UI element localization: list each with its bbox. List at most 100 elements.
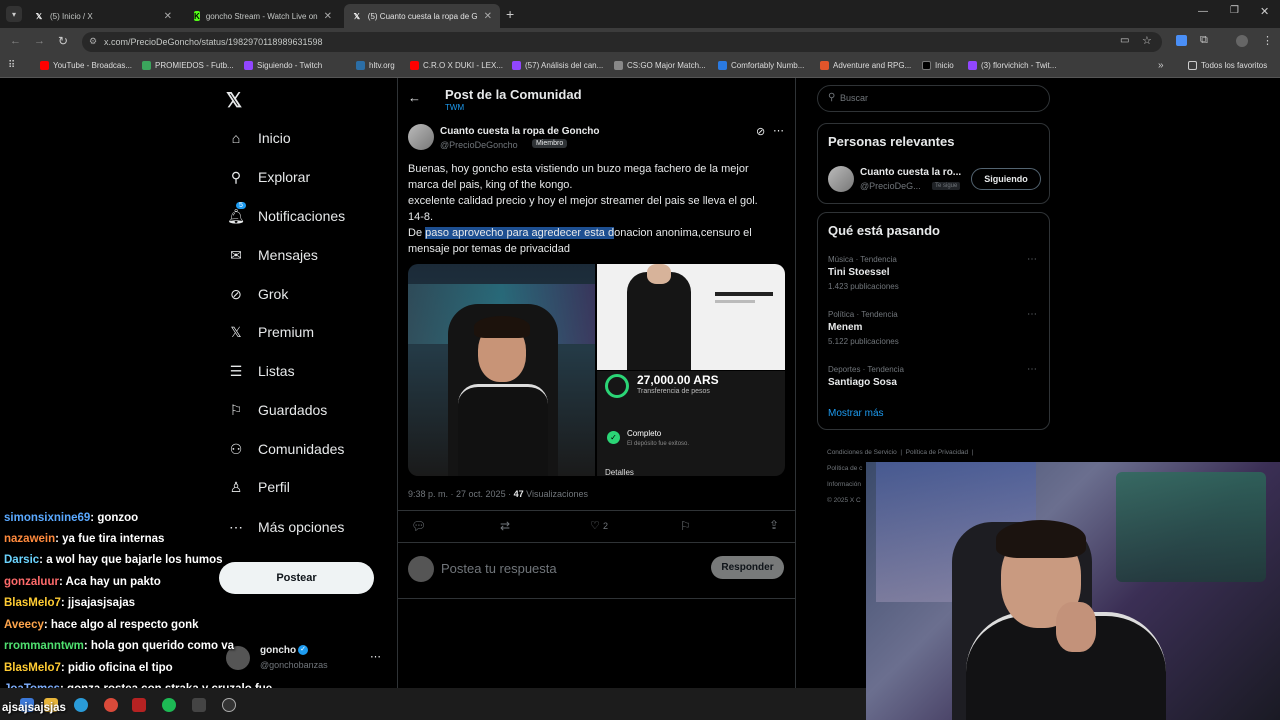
apps-grid-icon[interactable]: ⠿: [8, 60, 15, 71]
relevant-avatar[interactable]: [828, 166, 854, 192]
nav-guardados[interactable]: ⚐ Guardados: [228, 402, 328, 419]
tab-list-button[interactable]: ▾: [6, 6, 22, 22]
nav-comunidades[interactable]: ⚇ Comunidades: [228, 441, 345, 458]
post-time[interactable]: 9:38 p. m.: [408, 489, 448, 499]
install-icon[interactable]: ▭: [1120, 35, 1129, 46]
more-icon[interactable]: ⋯: [370, 650, 381, 663]
nav-perfil[interactable]: ♙ Perfil: [228, 479, 290, 496]
bookmark-comfortably-numb[interactable]: Comfortably Numb...: [718, 61, 804, 70]
bookmark-cro-duki[interactable]: C.R.O X DUKI - LEX...: [410, 61, 503, 70]
back-icon[interactable]: ←: [10, 35, 21, 47]
trend-more-icon[interactable]: ⋯: [1027, 309, 1037, 320]
spotify-icon[interactable]: [162, 698, 176, 712]
reply-input[interactable]: Postea tu respuesta: [441, 561, 557, 576]
author-handle[interactable]: @PrecioDeGoncho: [440, 140, 518, 150]
chat-username: Darsic: [4, 554, 40, 566]
nav-inicio[interactable]: ⌂ Inicio: [228, 130, 291, 146]
bookmark-all-favorites[interactable]: Todos los favoritos: [1188, 61, 1267, 70]
x-logo-icon[interactable]: 𝕏: [226, 88, 242, 113]
footer-link[interactable]: Política de Privacidad: [906, 449, 969, 456]
bookmark-csgo[interactable]: CS:GO Major Match...: [614, 61, 706, 70]
profile-avatar[interactable]: [1236, 35, 1248, 47]
chrome-icon[interactable]: [104, 698, 118, 712]
trend-item[interactable]: Política · Tendencia Menem 5.122 publica…: [818, 306, 1049, 354]
chat-username: rrommanntwm: [4, 640, 84, 652]
tab-post-active[interactable]: 𝕏 (5) Cuanto cuesta la ropa de Go ✕: [344, 4, 500, 28]
close-icon[interactable]: ✕: [164, 11, 172, 22]
footer-link[interactable]: Condiciones de Servicio: [827, 449, 897, 456]
bookmark-icon[interactable]: ⚐: [680, 519, 691, 533]
bookmark-adventure[interactable]: Adventure and RPG...: [820, 61, 911, 70]
like-button[interactable]: ♡ 2: [590, 519, 608, 532]
post-date[interactable]: 27 oct. 2025: [456, 489, 506, 499]
trend-item[interactable]: Música · Tendencia Tini Stoessel 1.423 p…: [818, 251, 1049, 299]
share-icon[interactable]: ⇪: [769, 518, 779, 532]
reload-icon[interactable]: ↻: [58, 34, 68, 48]
extension-icon[interactable]: [1176, 35, 1187, 46]
close-icon[interactable]: ✕: [484, 11, 492, 22]
nav-notificaciones[interactable]: 🔔︎ 5 Notificaciones: [227, 202, 345, 224]
search-input[interactable]: ⚲ Buscar: [817, 85, 1050, 112]
account-switcher[interactable]: goncho ✓ @gonchobanzas ⋯: [226, 644, 386, 674]
chat-message: Darsic: a wol hay que bajarle los humos: [4, 554, 223, 566]
relevant-name[interactable]: Cuanto cuesta la ro...: [860, 167, 961, 178]
author-name[interactable]: Cuanto cuesta la ropa de Goncho: [440, 126, 599, 137]
grok-icon[interactable]: ⊘: [756, 125, 765, 138]
post-more-icon[interactable]: ⋯: [773, 124, 784, 137]
nav-explorar[interactable]: ⚲ Explorar: [228, 169, 310, 186]
bookmark-star-icon[interactable]: ☆: [1142, 34, 1152, 47]
post-meta: 9:38 p. m. · 27 oct. 2025 · 47 Visualiza…: [408, 489, 588, 499]
following-button[interactable]: Siguiendo: [971, 168, 1041, 190]
tab-goncho-stream[interactable]: K goncho Stream - Watch Live on ✕: [186, 4, 340, 28]
forward-icon[interactable]: →: [34, 35, 45, 47]
x-premium-icon: 𝕏: [230, 323, 242, 340]
url-field[interactable]: ⚙ x.com/PrecioDeGoncho/status/1982970118…: [82, 32, 1162, 52]
kick-icon: K: [194, 11, 200, 21]
chat-message: BlasMelo7: pidio oficina el tipo: [4, 662, 173, 674]
nav-grok[interactable]: ⊘ Grok: [228, 286, 288, 303]
headphones-icon: [605, 374, 629, 398]
bookmark-inicio[interactable]: Inicio: [922, 61, 954, 70]
more-bookmarks-icon[interactable]: »: [1158, 60, 1164, 71]
puzzle-icon[interactable]: ⧉: [1200, 34, 1208, 47]
bookmark-hltv[interactable]: hltv.org: [356, 61, 395, 70]
reply-icon[interactable]: 💬︎: [411, 519, 426, 533]
edge-icon[interactable]: [74, 698, 88, 712]
bookmark-florvichich[interactable]: (3) florvichich - Twit...: [968, 61, 1056, 70]
close-window-button[interactable]: ✕: [1260, 5, 1269, 18]
nav-premium[interactable]: 𝕏 Premium: [228, 323, 314, 341]
author-avatar[interactable]: [408, 124, 434, 150]
browser-tab-bar: ▾ 𝕏 (5) Inicio / X ✕ K goncho Stream - W…: [0, 0, 1280, 28]
minimize-button[interactable]: —: [1198, 6, 1208, 17]
post-image-streamer[interactable]: [408, 264, 595, 476]
post-image-receipt[interactable]: 27,000.00 ARS Transferencia de pesos ✓ C…: [597, 371, 785, 476]
person-hand: [1056, 602, 1096, 652]
repost-icon[interactable]: ⇄: [500, 519, 510, 533]
bookmark-youtube[interactable]: YouTube - Broadcas...: [40, 61, 132, 70]
youtube-icon: [410, 61, 419, 70]
trend-item[interactable]: Deportes · Tendencia Santiago Sosa ⋯: [818, 361, 1049, 397]
app-icon[interactable]: [192, 698, 206, 712]
trend-more-icon[interactable]: ⋯: [1027, 254, 1037, 265]
maximize-button[interactable]: ❐: [1230, 5, 1239, 16]
app-icon[interactable]: [132, 698, 146, 712]
post-image-hoodie[interactable]: [597, 264, 785, 370]
new-tab-button[interactable]: +: [506, 6, 514, 22]
obs-icon[interactable]: [222, 698, 236, 712]
nav-mas-opciones[interactable]: ⋯ Más opciones: [228, 519, 344, 536]
show-more-link[interactable]: Mostrar más: [828, 408, 884, 419]
reply-button[interactable]: Responder: [711, 556, 784, 579]
nav-listas[interactable]: ☰ Listas: [228, 363, 295, 380]
close-icon[interactable]: ✕: [324, 11, 332, 22]
community-name[interactable]: TWM: [445, 103, 464, 112]
bookmark-promiedos[interactable]: PROMIEDOS - Futb...: [142, 61, 234, 70]
menu-icon[interactable]: ⋮: [1262, 34, 1273, 47]
trend-more-icon[interactable]: ⋯: [1027, 364, 1037, 375]
post-button[interactable]: Postear: [219, 562, 374, 594]
nav-mensajes[interactable]: ✉ Mensajes: [228, 247, 318, 264]
back-arrow-icon[interactable]: ←: [408, 90, 421, 105]
bookmark-analisis[interactable]: (57) Análisis del can...: [512, 61, 603, 70]
bookmark-twitch[interactable]: Siguiendo - Twitch: [244, 61, 322, 70]
site-info-icon[interactable]: ⚙: [89, 36, 97, 47]
tab-inicio-x[interactable]: 𝕏 (5) Inicio / X ✕: [26, 4, 180, 28]
